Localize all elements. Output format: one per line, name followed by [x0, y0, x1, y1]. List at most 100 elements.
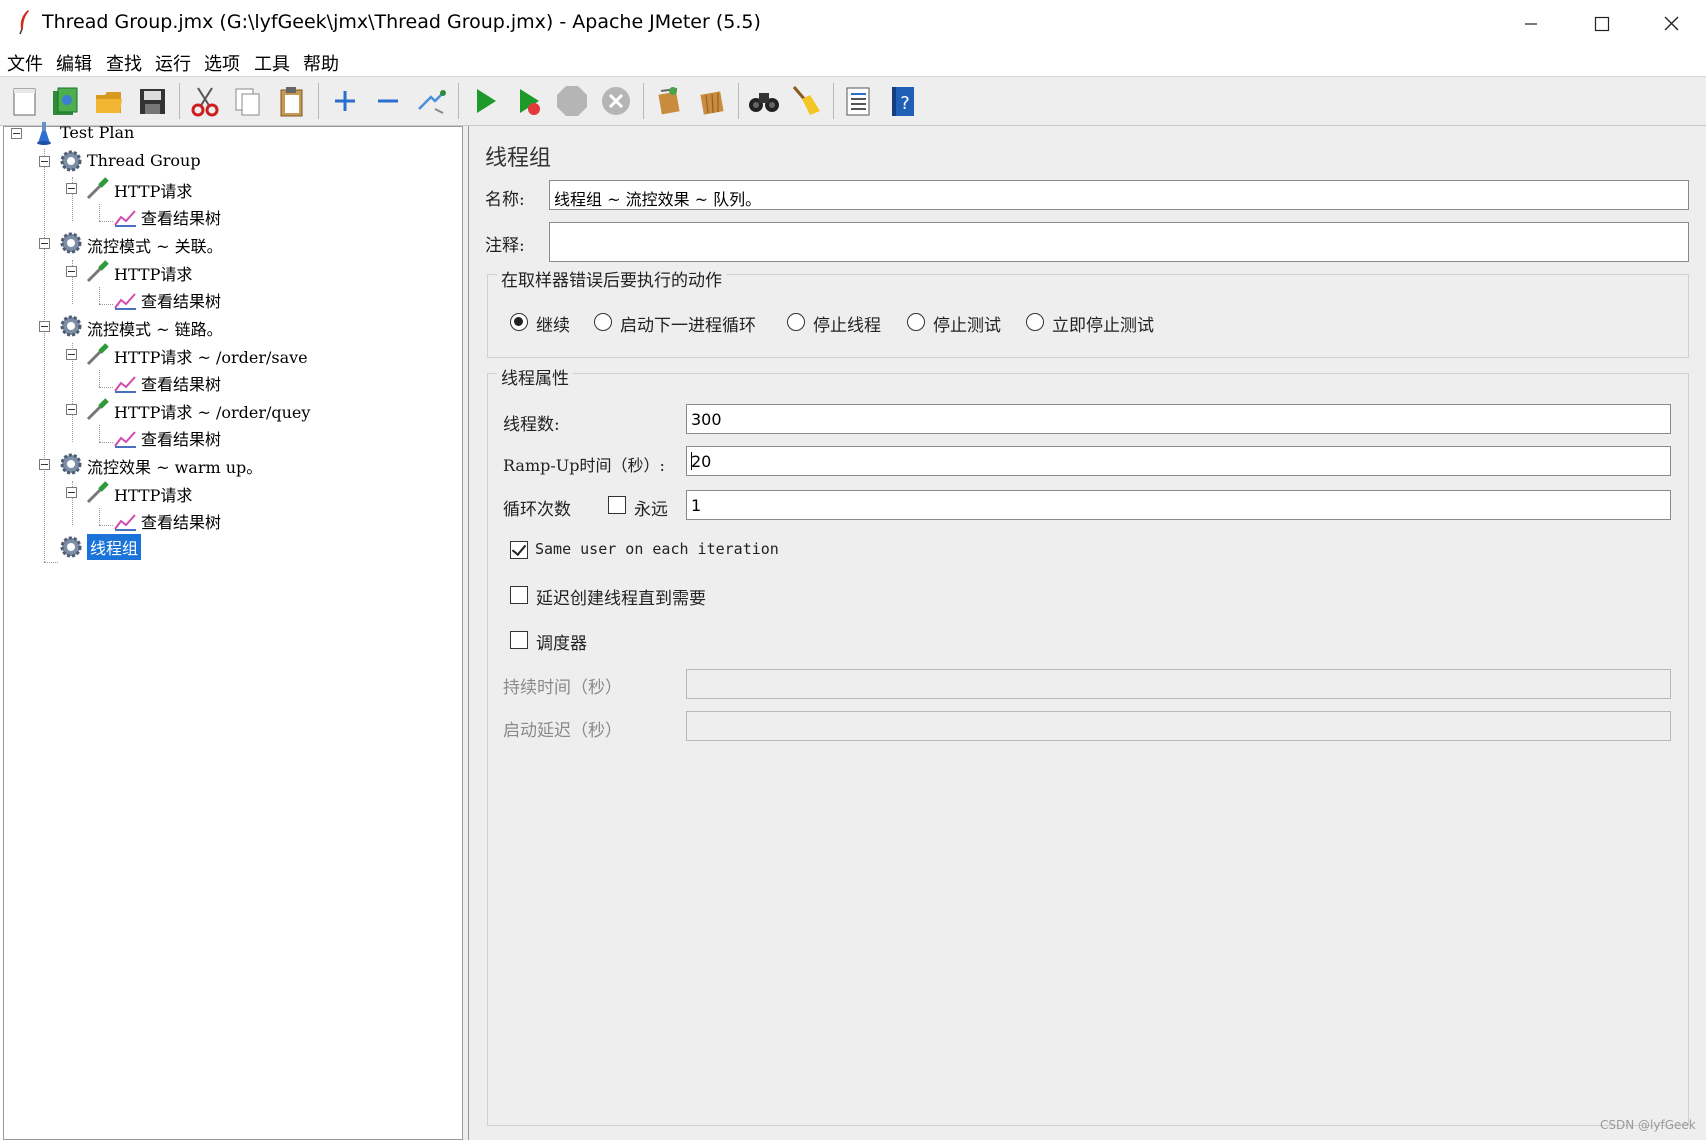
open-button[interactable]: [91, 83, 127, 119]
cut-button[interactable]: [187, 83, 223, 119]
tree-node-http-request-order-quey[interactable]: HTTP请求 ~ /order/quey: [4, 395, 344, 423]
collapse-toggle[interactable]: [39, 459, 50, 470]
collapse-toggle[interactable]: [66, 183, 77, 194]
menu-search[interactable]: 查找: [106, 50, 142, 76]
rampup-label: Ramp-Up时间（秒）:: [503, 456, 665, 475]
tree-node-test-plan[interactable]: Test Plan: [4, 119, 304, 147]
test-plan-icon: [37, 122, 51, 145]
tree-node-view-results-tree[interactable]: 查看结果树: [4, 201, 304, 229]
menu-run[interactable]: 运行: [155, 50, 191, 76]
pipette-icon: [86, 177, 109, 200]
list-icon: [846, 87, 870, 116]
jmeter-window: Thread Group.jmx (G:\lyfGeek\jmx\Thread …: [0, 0, 1706, 1141]
collapse-all-button[interactable]: [370, 83, 406, 119]
menu-bar: 文件 编辑 查找 运行 选项 工具 帮助: [0, 46, 1706, 77]
threads-field[interactable]: 300: [686, 404, 1671, 434]
startup-delay-field[interactable]: [686, 711, 1671, 741]
tree-node-http-request[interactable]: HTTP请求: [4, 478, 304, 506]
search-button[interactable]: [746, 83, 782, 119]
duration-field[interactable]: [686, 669, 1671, 699]
minimize-button[interactable]: [1496, 0, 1566, 46]
copy-button[interactable]: [229, 83, 265, 119]
paste-button[interactable]: [273, 83, 309, 119]
stop-icon: [557, 86, 587, 116]
scheduler-checkbox[interactable]: [510, 631, 528, 649]
radio-stop-test[interactable]: [907, 313, 925, 331]
name-field[interactable]: 线程组 ~ 流控效果 ~ 队列。: [549, 180, 1689, 210]
collapse-toggle[interactable]: [39, 156, 50, 167]
radio-stop-test-now-label: 立即停止测试: [1052, 316, 1154, 336]
stop-button[interactable]: [554, 83, 590, 119]
maximize-button[interactable]: [1566, 0, 1636, 46]
loop-count-field[interactable]: 1: [686, 490, 1671, 520]
name-label: 名称:: [485, 190, 525, 210]
radio-stop-thread[interactable]: [787, 313, 805, 331]
start-no-pause-icon: [520, 89, 540, 115]
menu-file[interactable]: 文件: [7, 50, 43, 76]
collapse-toggle[interactable]: [66, 349, 77, 360]
minimize-icon: [1525, 23, 1537, 25]
tree-node-thread-group[interactable]: Thread Group: [4, 147, 304, 175]
tree-node-http-request[interactable]: HTTP请求: [4, 174, 304, 202]
tree-node-view-results-tree[interactable]: 查看结果树: [4, 284, 304, 312]
tree-node-thread-group-selected[interactable]: 线程组: [4, 533, 304, 561]
radio-continue[interactable]: [510, 313, 528, 331]
menu-tools[interactable]: 工具: [254, 50, 290, 76]
save-button[interactable]: [134, 83, 170, 119]
menu-help[interactable]: 帮助: [303, 50, 339, 76]
tree-node-view-results-tree[interactable]: 查看结果树: [4, 422, 304, 450]
tree-node-http-request-order-save[interactable]: HTTP请求 ~ /order/save: [4, 340, 344, 368]
broom-icon: [792, 86, 820, 115]
tree-node-http-request[interactable]: HTTP请求: [4, 257, 304, 285]
clear-button[interactable]: [651, 83, 687, 119]
error-action-title: 在取样器错误后要执行的动作: [497, 266, 726, 291]
tree-node-view-results-tree[interactable]: 查看结果树: [4, 505, 304, 533]
open-icon: [96, 92, 122, 113]
binoculars-icon: [749, 93, 779, 112]
collapse-toggle[interactable]: [66, 487, 77, 498]
reset-search-button[interactable]: [788, 83, 824, 119]
tree-node-flow-control-chain[interactable]: 流控模式 ~ 链路。: [4, 312, 304, 340]
menu-options[interactable]: 选项: [204, 50, 240, 76]
window-title: Thread Group.jmx (G:\lyfGeek\jmx\Thread …: [42, 11, 761, 33]
collapse-toggle[interactable]: [39, 321, 50, 332]
comment-field[interactable]: [549, 222, 1689, 262]
collapse-toggle[interactable]: [66, 404, 77, 415]
test-plan-tree[interactable]: Test Plan Thread Group HTTP请求 查看结果树 流控模式…: [3, 122, 463, 1140]
toggle-button[interactable]: [413, 83, 449, 119]
tree-node-flow-effect-warm-up[interactable]: 流控效果 ~ warm up。: [4, 450, 304, 478]
expand-all-button[interactable]: [327, 83, 363, 119]
radio-stop-test-now[interactable]: [1026, 313, 1044, 331]
collapse-toggle[interactable]: [11, 128, 22, 139]
thread-group-panel: 线程组 名称: 线程组 ~ 流控效果 ~ 队列。 注释: 在取样器错误后要执行的…: [468, 126, 1706, 1140]
same-user-label: Same user on each iteration: [535, 540, 779, 558]
toggle-icon: [418, 90, 446, 114]
cut-icon: [191, 87, 219, 117]
radio-start-next-loop[interactable]: [594, 313, 612, 331]
clear-all-button[interactable]: [694, 83, 730, 119]
function-helper-button[interactable]: [840, 83, 876, 119]
rampup-field[interactable]: 20: [686, 446, 1671, 476]
duration-label: 持续时间（秒）: [503, 678, 622, 698]
watermark: CSDN @lyfGeek: [1600, 1118, 1696, 1132]
tree-node-view-results-tree[interactable]: 查看结果树: [4, 367, 304, 395]
delay-thread-creation-checkbox[interactable]: [510, 586, 528, 604]
close-button[interactable]: [1636, 0, 1706, 46]
forever-label: 永远: [634, 500, 668, 520]
same-user-checkbox[interactable]: [510, 541, 528, 559]
help-button[interactable]: ?: [885, 83, 921, 119]
svg-text:?: ?: [900, 93, 910, 114]
tree-node-flow-control-association[interactable]: 流控模式 ~ 关联。: [4, 229, 304, 257]
forever-checkbox[interactable]: [608, 496, 626, 514]
shutdown-icon: [602, 87, 630, 115]
start-no-pause-button[interactable]: [510, 83, 546, 119]
shutdown-button[interactable]: [598, 83, 634, 119]
collapse-icon: [378, 99, 398, 103]
templates-button[interactable]: [47, 83, 83, 119]
menu-edit[interactable]: 编辑: [56, 50, 92, 76]
new-button[interactable]: [6, 83, 42, 119]
collapse-toggle[interactable]: [39, 238, 50, 249]
radio-start-next-loop-label: 启动下一进程循环: [620, 316, 756, 336]
collapse-toggle[interactable]: [66, 266, 77, 277]
start-button[interactable]: [467, 83, 503, 119]
